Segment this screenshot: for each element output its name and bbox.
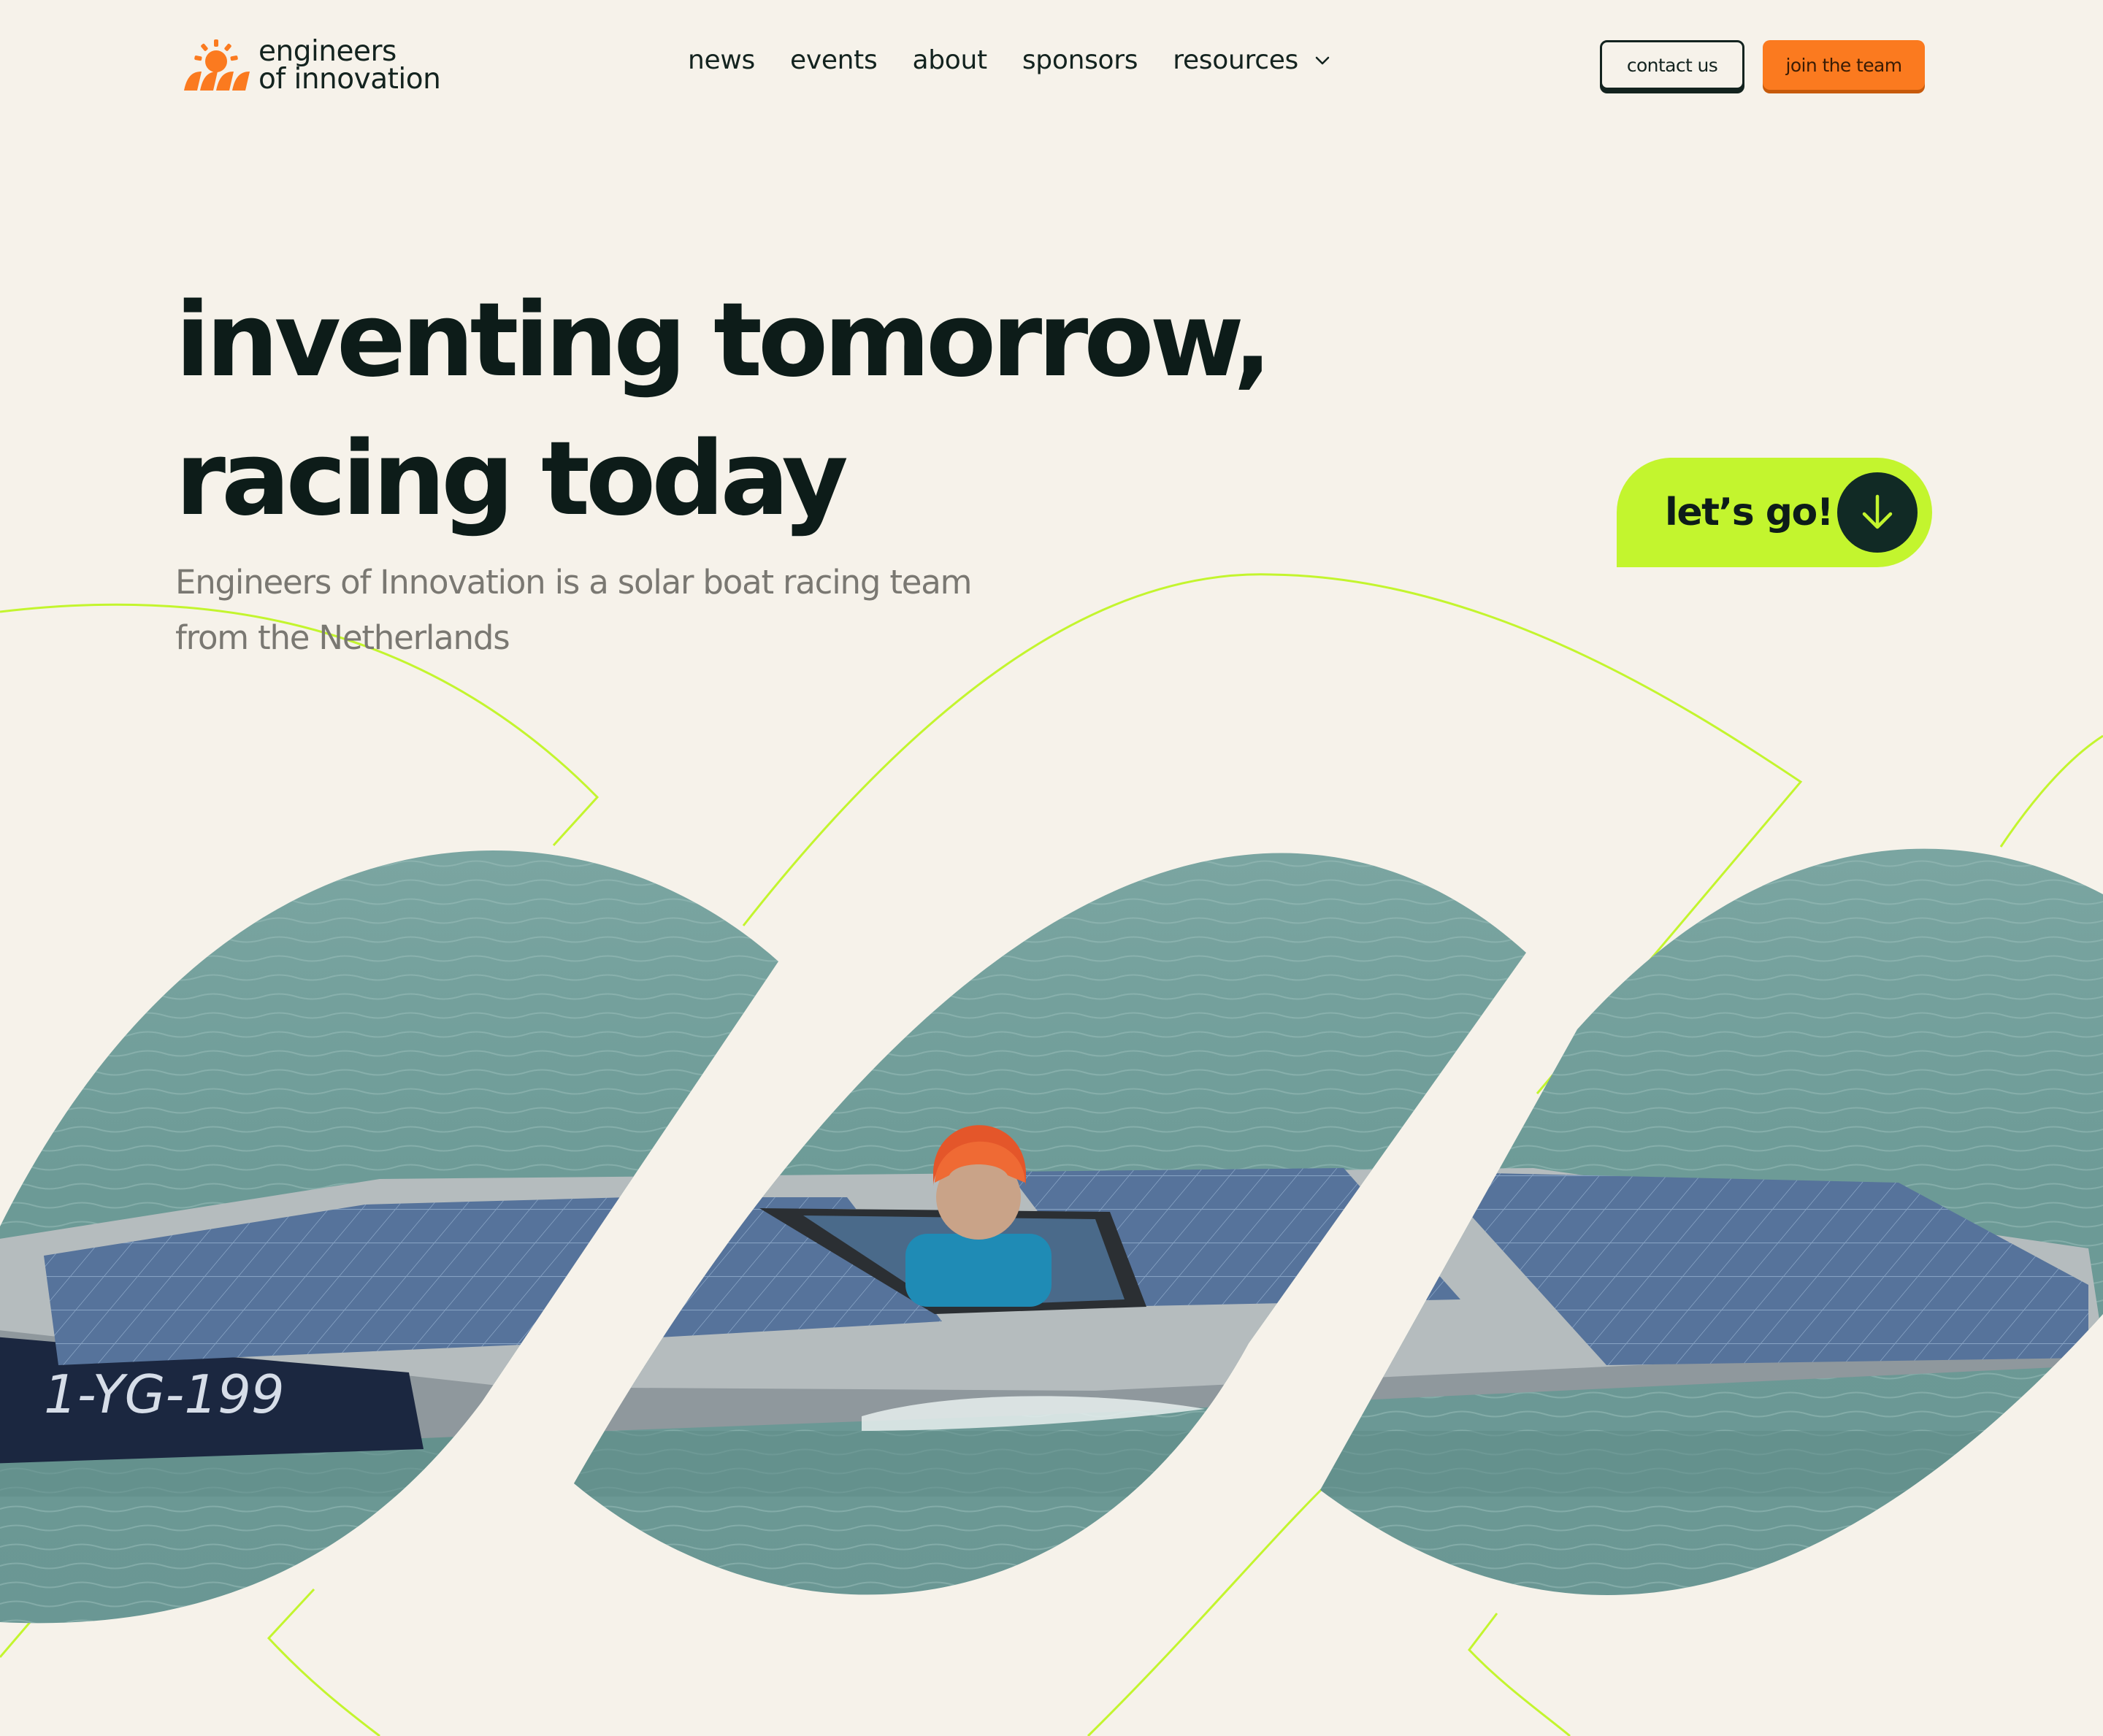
- lets-go-button[interactable]: let’s go!: [1617, 458, 1932, 567]
- nav-item-about[interactable]: about: [912, 45, 987, 75]
- hero-title: inventing tomorrow, racing today: [175, 272, 1272, 549]
- hero-subtitle: Engineers of Innovation is a solar boat …: [175, 563, 972, 657]
- site-header: engineers of innovation news events abou…: [0, 0, 2103, 131]
- svg-text:1-YG-199: 1-YG-199: [44, 1364, 285, 1425]
- brand-name-line2: of innovation: [258, 63, 441, 96]
- hero-artwork: 1-YG-199: [0, 573, 2103, 1736]
- arrow-down-icon: [1862, 494, 1893, 529]
- solar-boat-photo: 1-YG-199: [0, 848, 2103, 1624]
- hero-title-line1: inventing tomorrow,: [175, 281, 1272, 400]
- nav-item-resources-label: resources: [1173, 45, 1298, 75]
- chevron-down-icon: [1315, 56, 1330, 64]
- arrow-down-circle: [1837, 472, 1918, 553]
- lets-go-label: let’s go!: [1665, 491, 1834, 534]
- nav-item-resources[interactable]: resources: [1173, 45, 1330, 75]
- hero-title-line2: racing today: [175, 420, 849, 539]
- brand-logo[interactable]: engineers of innovation: [183, 35, 441, 96]
- main-nav: news events about sponsors resources: [688, 45, 1330, 75]
- nav-item-news[interactable]: news: [688, 45, 755, 75]
- join-the-team-button[interactable]: join the team: [1763, 40, 1925, 90]
- nav-item-events[interactable]: events: [790, 45, 878, 75]
- contact-us-button[interactable]: contact us: [1600, 40, 1744, 90]
- sun-waves-logo-icon: [184, 39, 250, 91]
- brand-name-line1: engineers: [258, 35, 397, 68]
- nav-item-sponsors[interactable]: sponsors: [1022, 45, 1138, 75]
- brand-name: engineers of innovation: [258, 35, 441, 96]
